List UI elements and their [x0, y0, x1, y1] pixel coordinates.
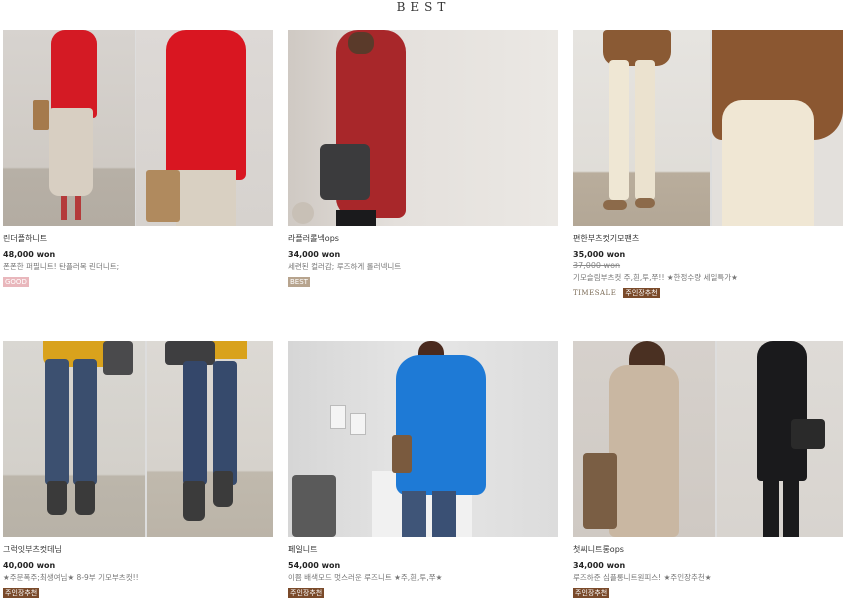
- product-price: 34,000 won: [288, 250, 341, 259]
- product-price: 54,000 won: [288, 561, 341, 570]
- product-price: 35,000 won: [573, 250, 626, 259]
- product-name[interactable]: 라플러롤넥ops: [288, 233, 558, 244]
- product-name[interactable]: 페일니트: [288, 544, 558, 555]
- owner-pick-badge: 주인장추천: [573, 588, 610, 598]
- badge-row: 주인장추천: [3, 588, 273, 599]
- product-price: 48,000 won: [3, 250, 56, 259]
- product-description: 이쁨 배색모드 멋스러운 루즈니트 ★주,흰,투,쭈★: [288, 573, 443, 582]
- product-description: 루즈하준 심플롱니트원피스! ★주인장추천★: [573, 573, 712, 582]
- badge-row: 주인장추천: [573, 588, 843, 599]
- owner-pick-badge: 주인장추천: [3, 588, 40, 598]
- product-description: ★주문폭주;최생여님★ 8-9부 기모부츠컷!!: [3, 573, 139, 582]
- product-thumbnail[interactable]: [3, 341, 273, 537]
- product-thumbnail[interactable]: [573, 30, 843, 226]
- product-card[interactable]: 린더플하니트 48,000 won 폰폰한 퍼필니트! 탄플러복 린더니트; G…: [3, 30, 273, 288]
- product-name[interactable]: 편한부츠컷기모팬츠: [573, 233, 843, 244]
- best-badge: BEST: [288, 277, 310, 287]
- owner-pick-badge: 주인장추천: [623, 288, 660, 298]
- product-card[interactable]: 라플러롤넥ops 34,000 won 세련된 컬러감; 루즈하게 롤러넥니트 …: [288, 30, 558, 288]
- product-name[interactable]: 린더플하니트: [3, 233, 273, 244]
- product-price: 40,000 won: [3, 561, 56, 570]
- product-name[interactable]: 첫씨니트롱ops: [573, 544, 843, 555]
- badge-row: BEST: [288, 277, 558, 288]
- owner-pick-badge: 주인장추천: [288, 588, 325, 598]
- badge-row: GOOD: [3, 277, 273, 288]
- product-name[interactable]: 그럭잇부츠컷데님: [3, 544, 273, 555]
- badge-row: TIMESALE 주인장추천: [573, 288, 843, 299]
- product-thumbnail[interactable]: [288, 341, 558, 537]
- product-price: 34,000 won: [573, 561, 626, 570]
- product-thumbnail[interactable]: [573, 341, 843, 537]
- product-card[interactable]: 편한부츠컷기모팬츠 35,000 won 37,000 won 기모슬림부츠컷 …: [573, 30, 843, 299]
- product-thumbnail[interactable]: [3, 30, 273, 226]
- product-card[interactable]: 페일니트 54,000 won 이쁨 배색모드 멋스러운 루즈니트 ★주,흰,투…: [288, 341, 558, 599]
- product-description: 세련된 컬러감; 루즈하게 롤러넥니트: [288, 262, 402, 271]
- badge-row: 주인장추천: [288, 588, 558, 599]
- product-card[interactable]: 그럭잇부츠컷데님 40,000 won ★주문폭주;최생여님★ 8-9부 기모부…: [3, 341, 273, 599]
- product-thumbnail[interactable]: [288, 30, 558, 226]
- original-price: 37,000 won: [573, 261, 621, 270]
- product-card[interactable]: 첫씨니트롱ops 34,000 won 루즈하준 심플롱니트원피스! ★주인장추…: [573, 341, 843, 599]
- product-description: 폰폰한 퍼필니트! 탄플러복 린더니트;: [3, 262, 120, 271]
- good-badge: GOOD: [3, 277, 29, 287]
- product-description: 기모슬림부츠컷 주,흰,투,쭈!! ★한정수량 세일특가★: [573, 273, 738, 282]
- section-title: BEST: [396, 0, 451, 14]
- timesale-badge: TIMESALE: [573, 289, 617, 297]
